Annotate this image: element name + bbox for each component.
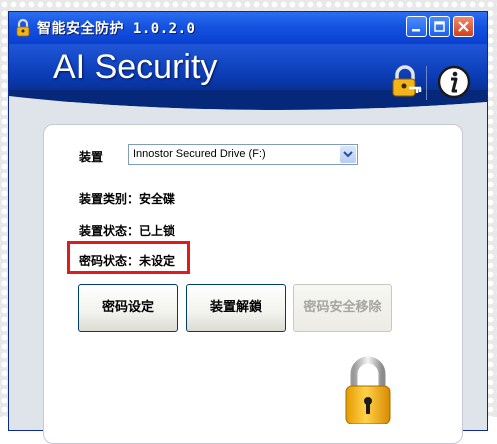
maximize-icon <box>434 21 445 32</box>
device-select-value: Innostor Secured Drive (F:) <box>133 148 266 160</box>
minimize-button[interactable] <box>406 16 427 37</box>
dropdown-button[interactable] <box>340 146 356 163</box>
device-select[interactable]: Innostor Secured Drive (F:) <box>128 144 358 165</box>
close-icon <box>458 21 469 32</box>
info-icon[interactable] <box>436 64 472 100</box>
close-button[interactable] <box>453 16 474 37</box>
device-type-text: 装置类别：安全碟 <box>79 192 176 206</box>
title-bar[interactable]: 智能安全防护 1.0.2.0 <box>9 12 487 45</box>
maximize-button[interactable] <box>429 16 450 37</box>
unlock-device-button[interactable]: 装置解鎖 <box>186 284 286 332</box>
brand-title: AI Security <box>53 48 218 86</box>
chevron-down-icon <box>343 151 353 158</box>
remove-password-button[interactable]: 密码安全移除 <box>293 284 392 332</box>
device-status-text: 装置状态：已上锁 <box>79 224 176 238</box>
password-status-text: 密码状态：未设定 <box>79 254 176 268</box>
app-window: 智能安全防护 1.0.2.0 AI Security <box>8 11 488 444</box>
device-label: 装置 <box>79 150 104 164</box>
lock-key-icon[interactable] <box>387 64 423 100</box>
banner-divider <box>426 66 427 100</box>
minimize-icon <box>412 29 420 32</box>
padlock-key-icon <box>16 18 30 37</box>
set-password-button[interactable]: 密码设定 <box>78 284 178 332</box>
padlock-icon <box>345 356 391 424</box>
window-title: 智能安全防护 1.0.2.0 <box>37 21 196 37</box>
